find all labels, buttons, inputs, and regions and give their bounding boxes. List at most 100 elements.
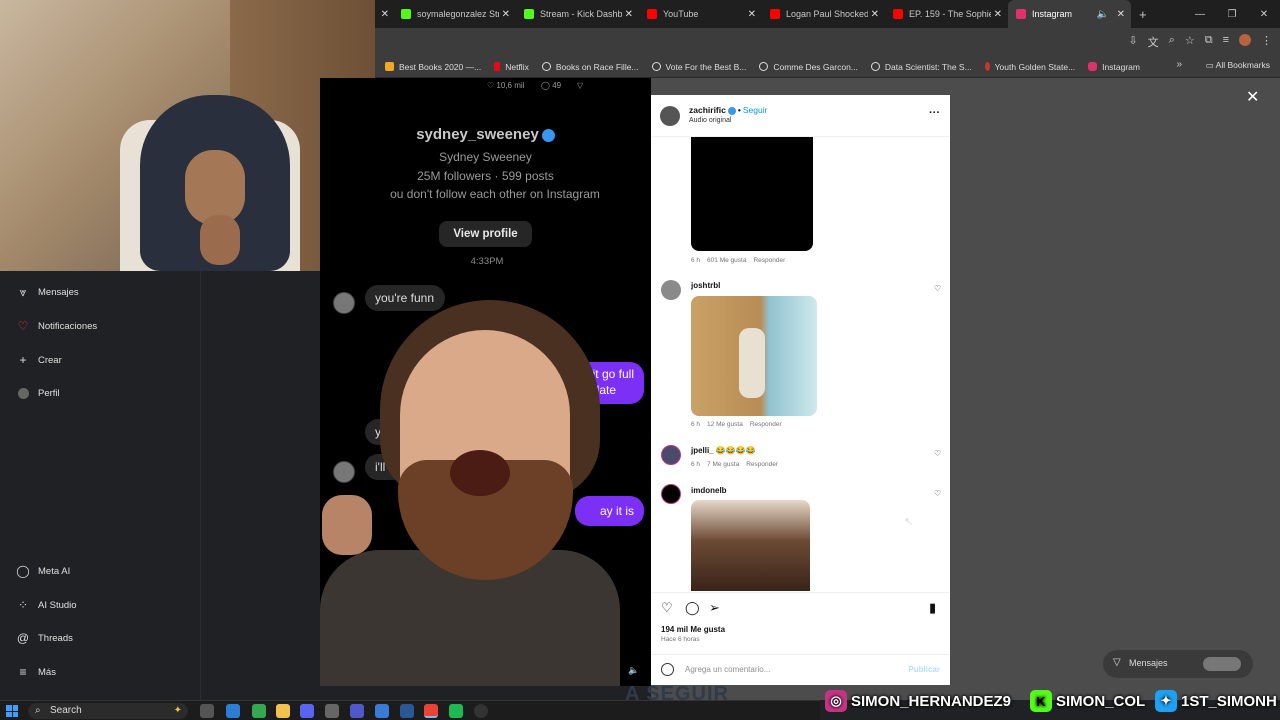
avatar[interactable] [661, 484, 681, 504]
new-tab-button[interactable]: + [1131, 0, 1155, 28]
tab-logan-paul[interactable]: Logan Paul Shocked ✕ [762, 0, 885, 28]
tab-kick-dashboard[interactable]: Stream - Kick Dashb ✕ [516, 0, 639, 28]
sidebar-item-notifications[interactable]: ♡ Notificaciones [16, 319, 98, 333]
view-profile-button[interactable]: View profile [439, 221, 532, 247]
media-icon[interactable]: ≡ [1223, 34, 1229, 50]
tab-episode[interactable]: EP. 159 - The Sophie ✕ [885, 0, 1008, 28]
author-username[interactable]: zachirific [689, 105, 726, 115]
speaker-icon[interactable]: 🔈 [1097, 9, 1109, 20]
plus-icon: + [1139, 6, 1147, 22]
heart-icon[interactable]: ♡ [934, 284, 941, 293]
profile-avatar-icon[interactable] [1239, 34, 1251, 46]
comment-input[interactable]: Agrega un comentario... [685, 665, 770, 674]
pen-icon[interactable] [375, 704, 389, 718]
messages-pill[interactable]: ▽ Mensajes [1103, 650, 1253, 678]
tab-instagram[interactable]: Instagram 🔈 ✕ [1008, 0, 1131, 28]
volume-icon[interactable]: 🔈 [628, 665, 639, 676]
heart-icon[interactable]: ♡ [934, 489, 941, 498]
comment-gif[interactable] [691, 137, 813, 251]
spotify-icon[interactable] [449, 704, 463, 718]
post-likes[interactable]: 194 mil Me gusta [661, 625, 725, 634]
close-icon[interactable]: ✕ [871, 9, 879, 20]
comment-gif[interactable] [691, 500, 810, 591]
heart-icon[interactable]: ♡ [934, 449, 941, 458]
comment-username[interactable]: jpelli_ [691, 446, 714, 455]
bookmark-item[interactable]: Netflix [494, 62, 529, 72]
avatar[interactable] [661, 445, 681, 465]
sidebar-item-more[interactable]: ≡ Más [16, 665, 55, 679]
obs-icon[interactable] [474, 704, 488, 718]
tab-close-prev[interactable]: ✕ [375, 0, 393, 28]
teams-icon[interactable] [350, 704, 364, 718]
sidebar-item-create[interactable]: + Crear [16, 353, 61, 367]
comment-likes[interactable]: 601 Me gusta [707, 257, 746, 264]
app-icon[interactable] [325, 704, 339, 718]
translate-icon[interactable]: 文 [1148, 34, 1159, 50]
install-app-icon[interactable]: ⇩ [1128, 34, 1137, 50]
zoom-icon[interactable]: ⌕ [1169, 34, 1175, 50]
star-icon[interactable]: ☆ [1185, 34, 1195, 50]
reply-button[interactable]: Responder [746, 461, 778, 468]
instagram-icon [1088, 62, 1098, 71]
webcam-feed [0, 0, 375, 271]
bookmark-item[interactable]: Data Scientist: The S... [870, 62, 972, 72]
sidebar-item-threads[interactable]: @ Threads [16, 631, 73, 645]
close-icon[interactable]: ✕ [748, 9, 756, 20]
comment-icon: ◯ [541, 81, 550, 90]
windows-start-icon[interactable] [6, 705, 18, 717]
bookmark-item[interactable]: Comme Des Garcon... [759, 62, 858, 72]
sidebar-item-ai-studio[interactable]: ⁘ AI Studio [16, 598, 77, 612]
sidebar-item-profile[interactable]: Perfil [16, 386, 60, 400]
avatar[interactable] [660, 106, 680, 126]
more-options-icon[interactable]: ··· [929, 107, 940, 119]
close-icon[interactable]: ✕ [1246, 87, 1259, 107]
window-close-icon[interactable]: ✕ [1248, 9, 1280, 20]
bookmark-label: Comme Des Garcon... [773, 61, 858, 72]
bookmark-item[interactable]: Instagram [1088, 62, 1140, 72]
avatar[interactable] [661, 280, 681, 300]
chrome-active-icon[interactable] [424, 704, 438, 718]
kebab-menu-icon[interactable]: ⋮ [1261, 34, 1272, 50]
discord-icon[interactable] [300, 704, 314, 718]
tab-youtube[interactable]: YouTube ✕ [639, 0, 762, 28]
close-icon[interactable]: ✕ [994, 9, 1002, 20]
reply-button[interactable]: Responder [750, 421, 782, 428]
restore-icon[interactable]: ❐ [1216, 9, 1248, 20]
comment-username[interactable]: imdonelb [691, 486, 727, 495]
sidebar-item-messages[interactable]: ⩔ Mensajes [16, 285, 79, 299]
chrome-icon[interactable] [252, 704, 266, 718]
close-icon[interactable]: ✕ [625, 9, 633, 20]
sidebar-item-meta-ai[interactable]: ◯ Meta AI [16, 564, 70, 578]
like-heart-icon[interactable]: ♡ [661, 600, 673, 616]
copilot-icon[interactable] [226, 704, 240, 718]
follow-button[interactable]: Seguir [743, 105, 768, 115]
comment-likes[interactable]: 12 Me gusta [707, 421, 743, 428]
reply-button[interactable]: Responder [753, 257, 785, 264]
comment-username[interactable]: joshtrbl [691, 281, 720, 290]
file-explorer-icon[interactable] [276, 704, 290, 718]
chevron-right-icon[interactable]: » [1176, 59, 1182, 70]
comment-gif[interactable] [691, 296, 817, 416]
all-bookmarks-button[interactable]: ▭ All Bookmarks [1206, 60, 1270, 71]
comment-icon[interactable]: ◯ [685, 600, 700, 616]
bookmark-icon [385, 62, 394, 71]
share-icon[interactable]: ➢ [709, 600, 720, 616]
taskbar-search[interactable]: ⌕ Search ✦ [28, 703, 188, 719]
audio-label[interactable]: Audio original [689, 117, 731, 124]
bookmark-item[interactable]: Books on Race Fille... [541, 62, 639, 72]
emoji-icon[interactable] [661, 663, 674, 676]
close-icon[interactable]: ✕ [502, 9, 510, 20]
bookmark-item[interactable]: Youth Golden State... [984, 62, 1075, 72]
save-bookmark-icon[interactable]: ▮ [929, 600, 936, 616]
comment-likes[interactable]: 7 Me gusta [707, 461, 739, 468]
extensions-icon[interactable]: ⧉ [1205, 34, 1213, 50]
publish-button[interactable]: Publicar [908, 665, 940, 674]
close-icon[interactable]: ✕ [1117, 9, 1125, 20]
tab-kick-stream[interactable]: soymalegonzalez Stre ✕ [393, 0, 516, 28]
minimize-icon[interactable]: — [1184, 9, 1216, 20]
bookmark-item[interactable]: Best Books 2020 —... [385, 62, 481, 72]
task-view-icon[interactable] [200, 704, 214, 718]
app-icon[interactable] [400, 704, 414, 718]
sidebar-item-label: AI Studio [38, 599, 77, 611]
bookmark-item[interactable]: Vote For the Best B... [651, 62, 746, 72]
